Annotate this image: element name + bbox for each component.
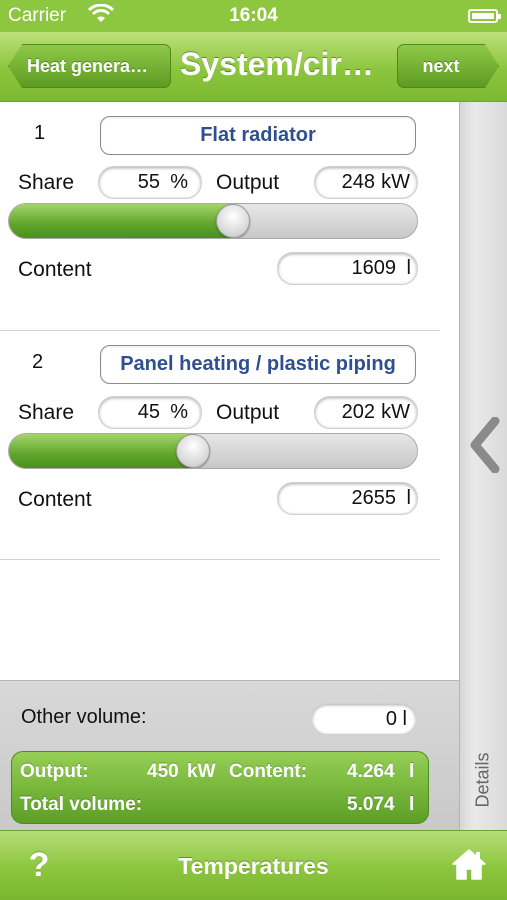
other-volume-unit: l — [402, 708, 407, 730]
content-unit: l — [406, 257, 411, 279]
details-label[interactable]: Details — [468, 744, 498, 816]
content-field[interactable]: 2655 l — [277, 482, 418, 515]
page-title: System/cir… — [180, 46, 374, 82]
share-slider-fill — [9, 204, 233, 238]
status-bar: Carrier 16:04 — [0, 0, 507, 32]
output-value: 248 — [341, 171, 375, 193]
circuit-type-button[interactable]: Panel heating / plastic piping — [100, 345, 416, 384]
share-slider-knob[interactable] — [216, 204, 250, 238]
share-value: 55 — [137, 171, 160, 193]
total-output-value: 450 — [147, 761, 179, 782]
content-value: 1609 — [351, 257, 397, 279]
share-unit: % — [170, 171, 188, 193]
chevron-left-icon[interactable] — [460, 416, 507, 483]
home-icon[interactable] — [451, 847, 487, 881]
temperatures-button[interactable]: Temperatures — [0, 853, 507, 880]
circuits-list[interactable]: 1 Flat radiator Share 55 % Output 248 kW… — [0, 102, 455, 680]
back-button-label: Heat genera… — [27, 56, 149, 76]
content-field[interactable]: 1609 l — [277, 252, 418, 285]
navigation-bar: Heat genera… System/cir… next — [0, 32, 507, 102]
other-volume-value: 0 — [385, 708, 397, 730]
summary-area: Other volume: 0 l Output: 450 kW Content… — [0, 680, 459, 830]
battery-icon — [468, 9, 501, 23]
output-field[interactable]: 202 kW — [314, 396, 418, 429]
details-panel-tab[interactable]: Details — [459, 102, 507, 830]
total-content-value: 4.264 — [347, 761, 395, 782]
share-label: Share — [18, 401, 75, 424]
circuit-2: 2 Panel heating / plastic piping Share 4… — [0, 331, 440, 560]
share-field[interactable]: 45 % — [98, 396, 202, 429]
output-value: 202 — [341, 401, 375, 423]
share-unit: % — [170, 401, 188, 423]
total-volume-label: Total volume: — [20, 794, 143, 815]
output-label: Output — [216, 401, 280, 424]
total-output-unit: kW — [187, 761, 216, 782]
details-label-text: Details — [472, 752, 493, 808]
share-field[interactable]: 55 % — [98, 166, 202, 199]
share-slider-fill — [9, 434, 193, 468]
share-slider[interactable] — [8, 433, 418, 469]
back-button[interactable]: Heat genera… — [8, 44, 171, 88]
total-output-label: Output: — [20, 761, 89, 782]
share-slider[interactable] — [8, 203, 418, 239]
total-volume-value: 5.074 — [347, 794, 395, 815]
content-label: Content — [18, 258, 92, 281]
total-content-label: Content: — [229, 761, 308, 782]
other-volume-field[interactable]: 0 l — [311, 703, 417, 735]
circuit-type-button[interactable]: Flat radiator — [100, 116, 416, 155]
circuit-number: 1 — [34, 122, 46, 144]
clock: 16:04 — [229, 5, 278, 26]
share-slider-knob[interactable] — [176, 434, 210, 468]
other-volume-label: Other volume: — [21, 706, 147, 728]
output-field[interactable]: 248 kW — [314, 166, 418, 199]
totals-panel: Output: 450 kW Content: 4.264 l Total vo… — [11, 751, 429, 824]
output-label: Output — [216, 171, 280, 194]
total-content-unit: l — [409, 761, 415, 782]
total-volume-unit: l — [409, 794, 415, 815]
next-button[interactable]: next — [397, 44, 499, 88]
circuit-1: 1 Flat radiator Share 55 % Output 248 kW… — [0, 102, 440, 331]
bottom-toolbar: ? Temperatures — [0, 830, 507, 900]
share-label: Share — [18, 171, 75, 194]
output-unit: kW — [381, 171, 410, 193]
circuit-number: 2 — [32, 351, 44, 373]
next-button-label: next — [422, 56, 460, 76]
share-value: 45 — [137, 401, 160, 423]
content-unit: l — [406, 487, 411, 509]
content-label: Content — [18, 488, 92, 511]
output-unit: kW — [381, 401, 410, 423]
content-value: 2655 — [351, 487, 397, 509]
